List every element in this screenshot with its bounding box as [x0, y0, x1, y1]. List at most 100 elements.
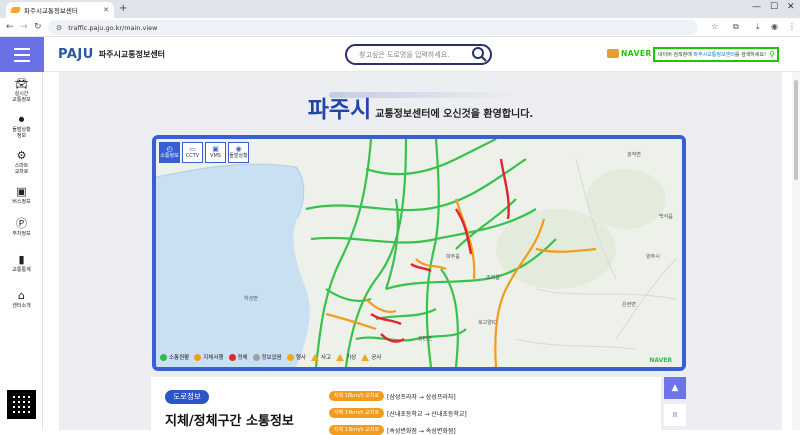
legend-item-slow: 지체서행: [194, 353, 224, 361]
map-tab-vms[interactable]: ▣ VMS: [205, 142, 226, 163]
legend-item-smooth: 소통원활: [160, 353, 189, 361]
legend-item-no-data: 정보없음: [252, 353, 282, 361]
legend-item-accident: 사고: [311, 353, 331, 361]
minimize-icon[interactable]: —: [752, 2, 761, 12]
sidebar-item-bus[interactable]: ▣ 버스정보: [0, 185, 43, 206]
traffic-light-icon: ⚙: [16, 149, 27, 162]
sidebar-item-statistics[interactable]: ▮ 교통통계: [0, 253, 43, 274]
sidebar-item-center-intro[interactable]: ⌂ 센터소개: [0, 289, 43, 310]
speed-badge: 지체 14km/h 교차로: [329, 408, 384, 418]
event-icon: [286, 353, 294, 361]
sidebar-item-realtime-traffic[interactable]: 🚘︎ 실시간 교통정보: [0, 77, 43, 104]
qr-code-image[interactable]: [7, 390, 36, 419]
sidebar-item-label: 센터소개: [12, 303, 31, 309]
map-tab-label: CCTV: [185, 153, 200, 159]
car-icon: 🚘︎: [14, 77, 29, 90]
cctv-icon: ▭: [189, 145, 196, 153]
browser-tab-bar: 파주시교통정보센터 ✕ + — ☐ ✕: [0, 0, 800, 18]
map-tab-label: 소통정보: [160, 153, 179, 159]
naver-search-icon[interactable]: ⚲: [769, 50, 775, 59]
naver-search-banner[interactable]: 네이버 검색창에 파주시교통정보센터를 검색하세요! ⚲: [653, 47, 779, 62]
back-icon[interactable]: ←: [6, 22, 14, 32]
site-name: 파주시교통정보센터: [98, 50, 166, 59]
logo-text: PAJU: [58, 47, 94, 62]
search-placeholder: 찾고싶은 도로명을 입력하세요.: [359, 50, 450, 59]
sidebar-item-label: 교통통계: [12, 267, 31, 273]
sidebar-item-smart-intersection[interactable]: ⚙ 스마트 교차로: [0, 149, 43, 176]
building-icon: ⌂: [18, 289, 25, 302]
speed-badge: 지체 13km/h 교차로: [329, 425, 384, 435]
pause-button[interactable]: II: [664, 404, 686, 426]
main-content: 파주시 교통정보센터에 오신것을 환영합니다. 광적면 백석읍 양주시 은현면 …: [59, 72, 782, 435]
naver-brand: NAVER: [607, 49, 652, 58]
map-tab-cctv[interactable]: ▭ CCTV: [182, 142, 203, 163]
map-tab-label: VMS: [210, 153, 221, 159]
speed-badge: 지체 18km/h 교차로: [329, 391, 384, 401]
legend-dot-icon: [228, 353, 236, 361]
sidebar-item-label: 스마트 교차로: [14, 163, 29, 175]
card-title: 지체/정체구간 소통정보: [165, 414, 294, 429]
map-tab-traffic-flow[interactable]: ◴ 소통정보: [159, 142, 180, 163]
map-legend: 소통원활 지체서행 정체 정보없음 행사 사고 기상 공사: [160, 353, 381, 361]
place-label: 백석읍: [659, 214, 673, 220]
search-icon[interactable]: [470, 45, 490, 65]
map-tab-label: 돌발상황: [229, 153, 248, 159]
page-scrollbar[interactable]: [792, 72, 800, 430]
parking-icon: Ⓟ: [16, 217, 27, 230]
welcome-city: 파주시: [307, 97, 372, 123]
road-search-input[interactable]: 찾고싶은 도로명을 입력하세요.: [345, 44, 492, 65]
browser-tab[interactable]: 파주시교통정보센터 ✕: [6, 2, 114, 18]
alert-icon: ◉: [235, 145, 242, 153]
legend-item-construction: 공사: [361, 353, 381, 361]
sidebar-item-label: 주차정보: [12, 231, 31, 237]
tab-title: 파주시교통정보센터: [24, 7, 78, 15]
profile-icon[interactable]: ◉: [771, 22, 778, 32]
site-logo[interactable]: PAJU 파주시교통정보센터: [58, 47, 165, 62]
download-icon[interactable]: ⤓: [756, 22, 760, 32]
place-label: 북고양IC: [478, 320, 497, 326]
traffic-info-card: 도로정보 지체/정체구간 소통정보 지체 18km/h 교차로 [삼성프라자 →…: [151, 377, 661, 435]
naver-badge-icon: [607, 49, 619, 58]
sidebar-item-parking[interactable]: Ⓟ 주차정보: [0, 217, 43, 238]
hamburger-menu-button[interactable]: [0, 37, 44, 72]
forward-icon[interactable]: →: [20, 22, 28, 32]
scrollbar-thumb[interactable]: [794, 80, 798, 180]
accident-icon: [311, 353, 319, 361]
weather-icon: [336, 353, 345, 361]
naver-banner-text: 네이버 검색창에 파주시교통정보센터를 검색하세요!: [658, 52, 766, 58]
jam-row[interactable]: 지체 13km/h 교차로 [속성변화점 → 속성변화점]: [329, 425, 456, 435]
extensions-icon[interactable]: ⧉: [733, 22, 739, 32]
legend-item-event: 행사: [286, 353, 306, 361]
reload-icon[interactable]: ↻: [34, 22, 42, 32]
browser-menu-icon[interactable]: ⋮: [788, 22, 796, 32]
jam-row[interactable]: 지체 14km/h 교차로 [산내초등학교 → 산내초등학교]: [329, 408, 467, 418]
site-favicon-icon: [9, 7, 22, 13]
map-tab-incident[interactable]: ◉ 돌발상황: [228, 142, 249, 163]
vms-icon: ▣: [212, 145, 219, 153]
legend-dot-icon: [194, 353, 202, 361]
map-canvas[interactable]: [156, 139, 682, 367]
bus-icon: ▣: [16, 185, 27, 198]
legend-dot-icon: [252, 353, 260, 361]
new-tab-button[interactable]: +: [119, 3, 127, 15]
construction-icon: [361, 353, 370, 361]
maximize-icon[interactable]: ☐: [770, 2, 778, 12]
road-segment: [삼성프라자 → 삼성프라자]: [387, 393, 456, 401]
place-label: 광적면: [627, 152, 641, 158]
bookmark-star-icon[interactable]: ☆: [711, 22, 718, 32]
map-attribution: NAVER: [649, 357, 672, 364]
legend-dot-icon: [160, 353, 167, 361]
scroll-up-button[interactable]: ▲: [664, 377, 686, 399]
road-segment: [산내초등학교 → 산내초등학교]: [387, 410, 467, 418]
window-close-icon[interactable]: ✕: [787, 2, 795, 12]
traffic-map[interactable]: 광적면 백석읍 양주시 은현면 하성면 조리읍 광탄면 파주읍 북고양IC ◴ …: [152, 135, 686, 371]
site-info-icon[interactable]: ⚙: [56, 24, 62, 32]
sidebar-item-incident[interactable]: ⏺ 돌발상황 정보: [0, 114, 43, 140]
url-field[interactable]: ⚙ traffic.paju.go.kr/main.view: [48, 20, 698, 35]
site-header: PAJU 파주시교통정보센터 찾고싶은 도로명을 입력하세요. NAVER 네이…: [0, 37, 800, 72]
sidebar-item-label: 돌발상황 정보: [12, 127, 31, 139]
chart-icon: ▮: [18, 253, 25, 266]
jam-row[interactable]: 지체 18km/h 교차로 [삼성프라자 → 삼성프라자]: [329, 391, 456, 401]
close-tab-icon[interactable]: ✕: [103, 6, 109, 14]
left-sidebar: 🚘︎ 실시간 교통정보 ⏺ 돌발상황 정보 ⚙ 스마트 교차로 ▣ 버스정보 Ⓟ 주차…: [0, 72, 43, 430]
